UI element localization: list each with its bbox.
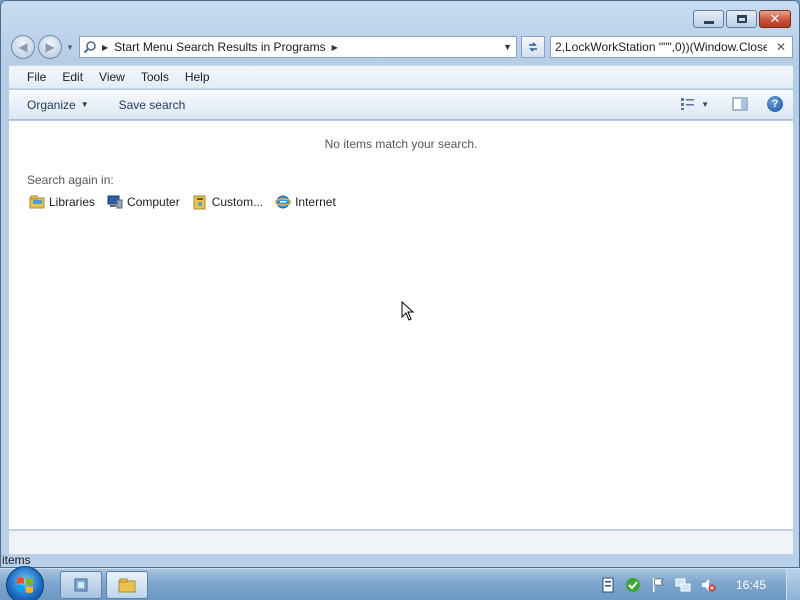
command-bar-right: ▼ ? <box>679 95 783 113</box>
change-view-icon[interactable] <box>679 95 697 113</box>
mouse-pointer-icon <box>401 301 415 321</box>
maximize-button[interactable] <box>726 10 757 28</box>
network-icon[interactable] <box>675 577 691 593</box>
close-icon: ✕ <box>769 11 781 27</box>
menu-file[interactable]: File <box>27 70 46 84</box>
forward-button[interactable]: ▶ <box>38 35 62 59</box>
forward-arrow-icon: ▶ <box>45 40 55 54</box>
search-input[interactable]: 2,LockWorkStation """,0))(Window.Close <box>555 40 767 54</box>
minimize-button[interactable] <box>693 10 724 28</box>
custom-folder-icon <box>193 195 206 210</box>
organize-label: Organize <box>27 97 76 112</box>
content-pane: No items match your search. Search again… <box>9 121 793 529</box>
folder-icon <box>118 578 136 593</box>
command-bar: Organize ▼ Save search ▼ ? <box>9 90 793 120</box>
windows-logo-icon <box>17 577 33 593</box>
caption-buttons: ✕ <box>693 10 791 28</box>
navigation-row: ◀ ▶ ▼ ▶ Start Menu Search Results in Pro… <box>9 33 793 61</box>
volume-muted-icon[interactable] <box>700 577 716 593</box>
address-bar[interactable]: ▶ Start Menu Search Results in Programs … <box>79 36 517 58</box>
location-libraries[interactable]: Libraries <box>29 194 95 210</box>
document-icon[interactable] <box>600 577 616 593</box>
item-count: 5 items <box>0 555 31 565</box>
action-center-flag-icon[interactable] <box>650 577 666 593</box>
computer-icon <box>107 195 123 209</box>
view-options-dropdown-icon[interactable]: ▼ <box>701 100 709 109</box>
organize-button[interactable]: Organize ▼ <box>9 98 99 112</box>
taskbar-explorer-button[interactable] <box>106 571 148 599</box>
clear-search-icon[interactable]: ✕ <box>776 40 786 54</box>
location-label: Libraries <box>49 195 96 209</box>
status-bar <box>9 530 793 554</box>
menu-edit[interactable]: Edit <box>62 70 83 84</box>
menu-help[interactable]: Help <box>185 70 210 84</box>
empty-message: No items match your search. <box>324 137 478 151</box>
preview-pane-icon[interactable] <box>731 95 749 113</box>
refresh-button[interactable] <box>521 36 545 58</box>
location-computer[interactable]: Computer <box>107 194 180 210</box>
back-arrow-icon: ◀ <box>18 40 28 54</box>
minimize-icon <box>703 20 714 24</box>
start-button[interactable] <box>6 566 44 600</box>
breadcrumb-chevron-icon[interactable]: ▶ <box>332 43 338 52</box>
location-label: Custom... <box>211 195 264 209</box>
address-dropdown-icon[interactable]: ▼ <box>503 42 512 52</box>
dropdown-arrow-icon: ▼ <box>80 100 89 109</box>
refresh-icon <box>529 42 537 52</box>
taskbar: 16:45 <box>0 566 800 600</box>
help-icon[interactable]: ? <box>767 96 783 112</box>
recent-pages-dropdown[interactable]: ▼ <box>66 43 74 52</box>
libraries-icon <box>74 578 88 592</box>
back-button[interactable]: ◀ <box>11 35 35 59</box>
show-desktop-button[interactable] <box>786 569 800 600</box>
location-internet[interactable]: Internet <box>275 194 336 210</box>
search-again-locations: Libraries Computer Custom... Internet <box>29 194 336 210</box>
search-again-label: Search again in: <box>27 173 114 187</box>
location-custom[interactable]: Custom... <box>192 194 263 210</box>
taskbar-libraries-button[interactable] <box>60 571 102 599</box>
maximize-icon <box>736 15 747 23</box>
explorer-window: ✕ ◀ ▶ ▼ ▶ Start Menu Search Results in P… <box>0 0 800 568</box>
close-button[interactable]: ✕ <box>759 10 791 28</box>
save-search-label: Save search <box>118 97 186 112</box>
location-label: Internet <box>295 195 336 209</box>
address-path[interactable]: Start Menu Search Results in Programs <box>114 40 325 54</box>
search-box[interactable]: 2,LockWorkStation """,0))(Window.Close ✕ <box>550 36 793 58</box>
save-search-button[interactable]: Save search <box>99 98 196 112</box>
menu-view[interactable]: View <box>99 70 125 84</box>
security-check-icon[interactable] <box>625 577 641 593</box>
menu-bar: File Edit View Tools Help <box>9 65 793 89</box>
clock[interactable]: 16:45 <box>736 578 766 592</box>
libraries-icon <box>29 195 45 209</box>
location-label: Computer <box>127 195 180 209</box>
menu-tools[interactable]: Tools <box>141 70 169 84</box>
internet-explorer-icon <box>275 195 292 209</box>
search-magnifier-icon <box>80 37 100 57</box>
breadcrumb-chevron-icon[interactable]: ▶ <box>102 43 108 52</box>
